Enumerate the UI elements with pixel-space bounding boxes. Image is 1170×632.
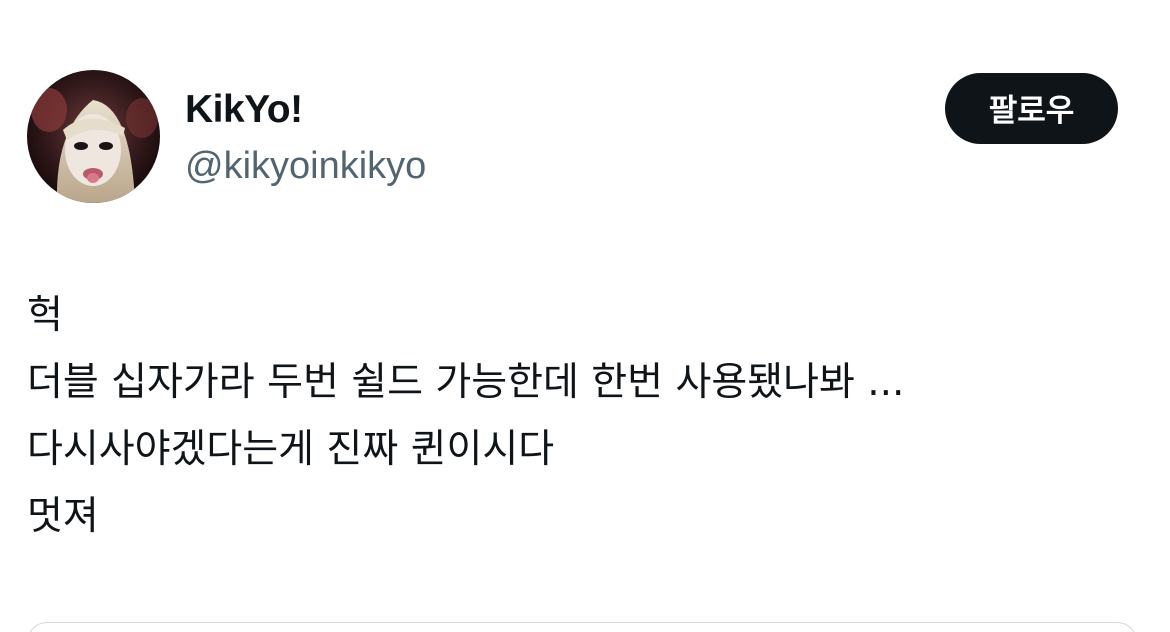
avatar[interactable] [27,70,160,203]
tweet-line: 더블 십자가라 두번 쉴드 가능한데 한번 사용됐나봐 ... [27,360,905,405]
profile-photo-icon [27,70,160,203]
display-name[interactable]: KikYo! [185,86,303,134]
tweet-line: 멋져 [27,494,99,539]
user-handle[interactable]: @kikyoinkikyo [185,142,426,190]
tweet-line: 다시사야겠다는게 진짜 퀸이시다 [27,427,555,472]
tweet-line: 헉 [27,293,63,338]
tweet-text: 헉 더블 십자가라 두번 쉴드 가능한데 한번 사용됐나봐 ... 다시사야겠다… [27,282,1137,550]
media-card[interactable] [27,622,1137,632]
follow-button[interactable]: 팔로우 [945,73,1118,144]
